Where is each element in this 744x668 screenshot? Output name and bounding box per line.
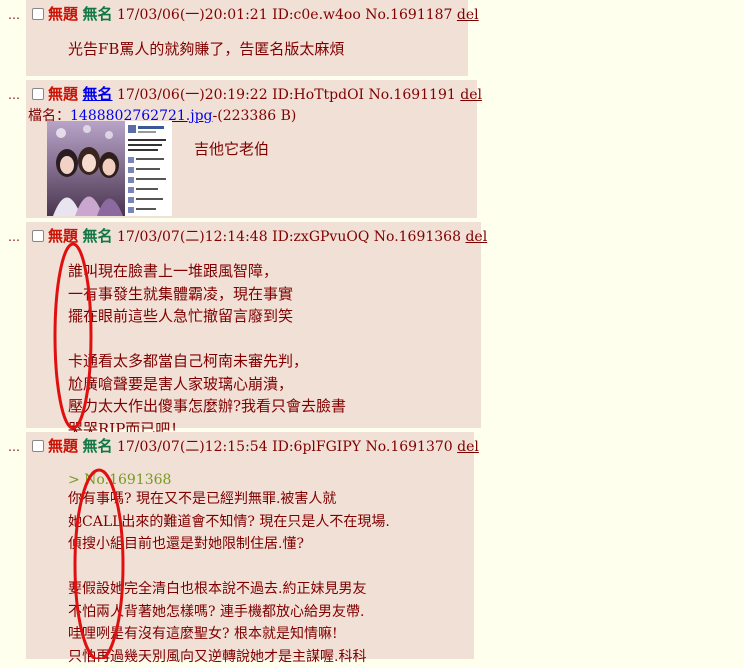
- delete-link[interactable]: del: [457, 7, 479, 23]
- post-datetime: 17/03/07(二)12:14:48: [116, 229, 268, 245]
- post-title: 無題: [48, 227, 79, 245]
- post-datetime: 17/03/06(一)20:19:22: [116, 87, 268, 103]
- post-header: 無題 無名 17/03/06(一)20:01:21 ID:c0e.w4oo No…: [32, 5, 479, 24]
- post-title: 無題: [48, 85, 79, 103]
- post-header: 無題 無名 17/03/07(二)12:14:48 ID:zxGPvuOQ No…: [32, 227, 487, 246]
- reply-marker: …: [8, 440, 21, 454]
- reply-marker: …: [8, 8, 21, 22]
- poster-id: ID:6plFGIPY: [272, 439, 361, 455]
- poster-id: ID:c0e.w4oo: [272, 7, 361, 23]
- checkbox-icon[interactable]: [32, 440, 44, 452]
- reply-post-1691370: 無題 無名 17/03/07(二)12:15:54 ID:6plFGIPY No…: [26, 432, 479, 665]
- poster-name: 無名: [82, 227, 113, 245]
- post-datetime: 17/03/06(一)20:01:21: [116, 7, 268, 23]
- reply-post-1691191: 無題 無名 17/03/06(一)20:19:22 ID:HoTtpdOI No…: [26, 80, 482, 218]
- post-number[interactable]: No.1691187: [365, 7, 452, 23]
- post-body: 光告FB罵人的就夠賺了，告匿名版太麻煩: [68, 40, 345, 58]
- post-body: 誰叫現在臉書上一堆跟風智障， 一有事發生就集體霸凌，現在事實 擺在眼前這些人急忙…: [68, 262, 347, 438]
- file-size: -(223386 B): [212, 108, 297, 124]
- poster-id: ID:zxGPvuOQ: [272, 229, 370, 245]
- poster-name: 無名: [82, 437, 113, 455]
- delete-link[interactable]: del: [457, 439, 479, 455]
- post-number[interactable]: No.1691191: [369, 87, 456, 103]
- poster-name-link[interactable]: 無名: [82, 85, 112, 103]
- delete-link[interactable]: del: [460, 87, 482, 103]
- checkbox-icon[interactable]: [32, 8, 44, 20]
- reply-post-1691187: 無題 無名 17/03/06(一)20:01:21 ID:c0e.w4oo No…: [26, 0, 479, 76]
- post-header: 無題 無名 17/03/06(一)20:19:22 ID:HoTtpdOI No…: [32, 85, 482, 104]
- post-header: 無題 無名 17/03/07(二)12:15:54 ID:6plFGIPY No…: [32, 437, 479, 456]
- poster-id: ID:HoTtpdOI: [272, 87, 365, 103]
- post-datetime: 17/03/07(二)12:15:54: [116, 439, 268, 455]
- poster-name: 無名: [82, 5, 113, 23]
- reply-marker: …: [8, 88, 21, 102]
- post-body: 你有事嗎? 現在又不是已經判無罪.被害人就 她CALL出來的難道會不知情? 現在…: [68, 491, 390, 665]
- reply-marker: …: [8, 230, 21, 244]
- post-number[interactable]: No.1691368: [374, 229, 461, 245]
- photo-thumbnail-icon[interactable]: [47, 121, 172, 216]
- post-number[interactable]: No.1691370: [365, 439, 452, 455]
- checkbox-icon[interactable]: [32, 230, 44, 242]
- post-body: 吉他它老伯: [194, 140, 270, 158]
- reply-post-1691368: 無題 無名 17/03/07(二)12:14:48 ID:zxGPvuOQ No…: [26, 222, 487, 438]
- post-title: 無題: [48, 437, 79, 455]
- post-title: 無題: [48, 5, 79, 23]
- checkbox-icon[interactable]: [32, 88, 44, 100]
- delete-link[interactable]: del: [465, 229, 487, 245]
